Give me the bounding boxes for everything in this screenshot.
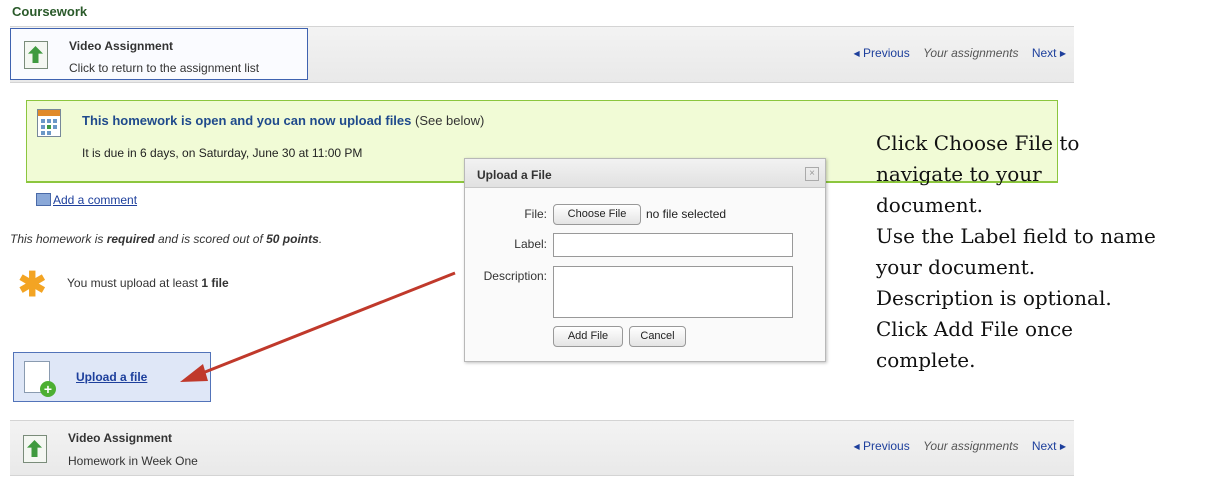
- instruction-line: document.: [876, 193, 984, 217]
- assignment-subtitle: Homework in Week One: [68, 454, 198, 468]
- cancel-button[interactable]: Cancel: [629, 326, 686, 347]
- description-textarea[interactable]: [553, 266, 793, 318]
- assignment-icon: [23, 435, 47, 463]
- instructions-text: Click Choose File to navigate to your do…: [876, 128, 1226, 376]
- dialog-title: Upload a File: [465, 159, 825, 188]
- upload-file-dialog: Upload a File × File: Choose File no fil…: [464, 158, 826, 362]
- instruction-line: navigate to your: [876, 162, 1042, 186]
- bottom-assignment-bar: Video Assignment Homework in Week One ◀ …: [10, 420, 1074, 476]
- next-link[interactable]: Next: [1032, 439, 1057, 453]
- next-arrow-icon: ▶: [1059, 442, 1066, 451]
- instruction-line: your document.: [876, 255, 1036, 279]
- instruction-line: Click Add File once: [876, 317, 1074, 341]
- add-file-button[interactable]: Add File: [553, 326, 623, 347]
- instruction-line: complete.: [876, 348, 976, 372]
- assignment-title: Video Assignment: [68, 431, 173, 445]
- label-input[interactable]: [553, 233, 793, 257]
- instruction-line: Description is optional.: [876, 286, 1112, 310]
- instruction-line: Click Choose File to: [876, 131, 1080, 155]
- file-label: File:: [524, 207, 547, 221]
- assignment-nav: ◀ Previous Your assignments Next ▶: [854, 439, 1066, 453]
- previous-link[interactable]: Previous: [863, 439, 910, 453]
- label-field-label: Label:: [514, 237, 547, 251]
- choose-file-button[interactable]: Choose File: [553, 204, 641, 225]
- previous-arrow-icon: ◀: [853, 442, 860, 451]
- no-file-selected-text: no file selected: [646, 207, 727, 221]
- close-icon[interactable]: ×: [805, 167, 819, 181]
- description-label: Description:: [483, 269, 547, 283]
- instruction-line: Use the Label field to name: [876, 224, 1156, 248]
- your-assignments-link[interactable]: Your assignments: [923, 439, 1018, 453]
